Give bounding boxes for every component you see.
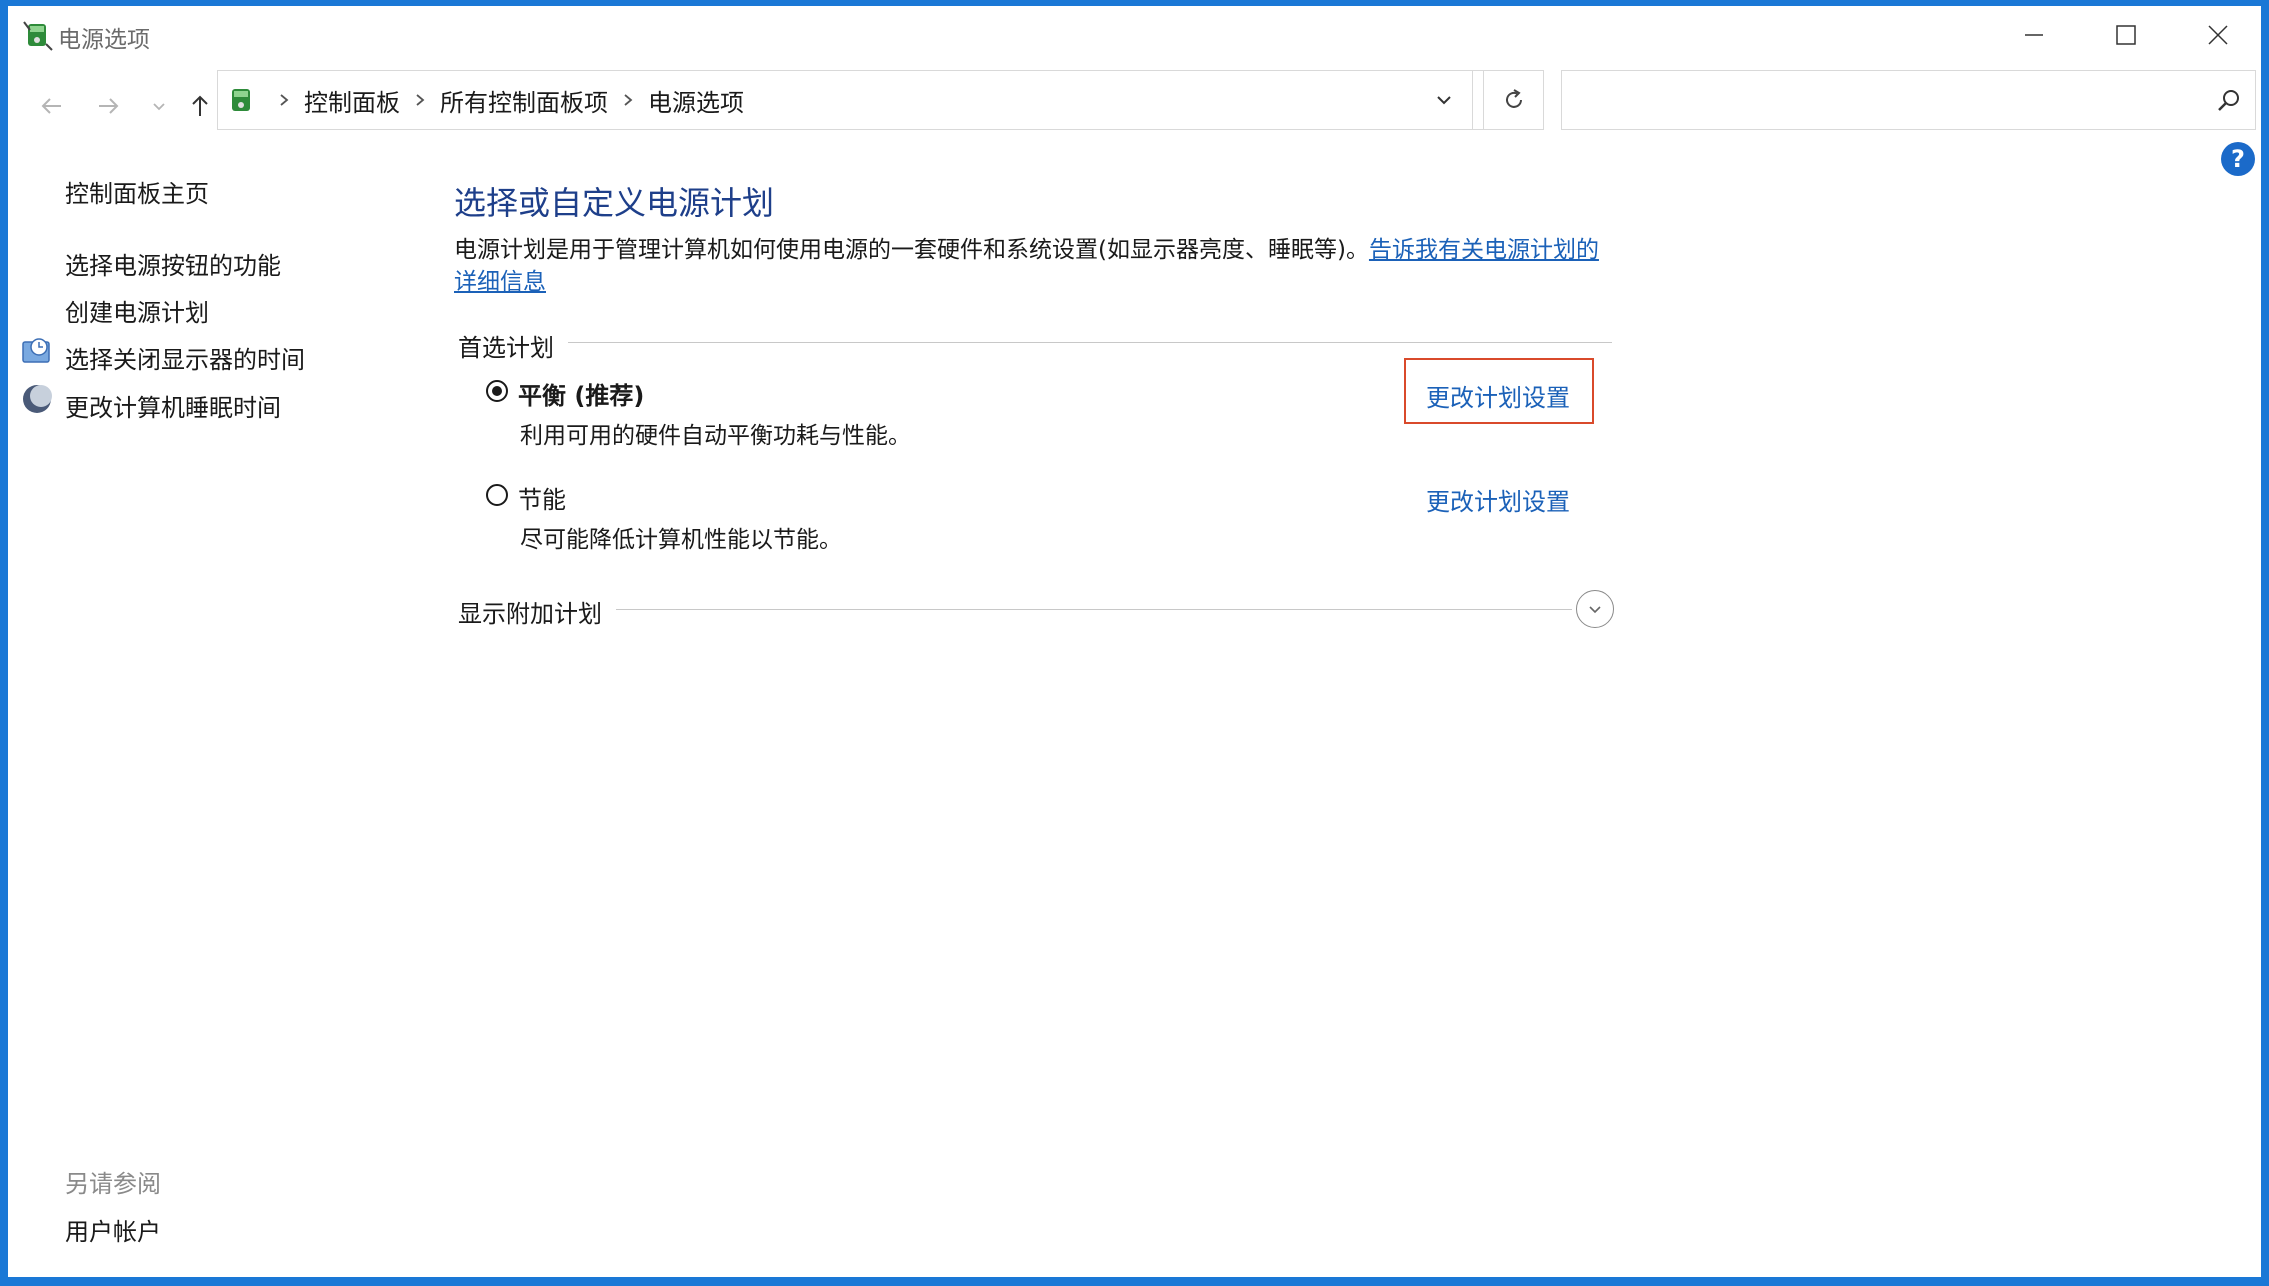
title-bar: 电源选项 [8, 6, 2261, 64]
close-icon [2208, 25, 2228, 45]
power-saver-plan-radio[interactable] [486, 484, 508, 506]
create-power-plan-link[interactable]: 创建电源计划 [65, 293, 209, 328]
address-divider [1472, 71, 1473, 129]
power-saver-change-plan-settings-link[interactable]: 更改计划设置 [1426, 482, 1570, 517]
preferred-plans-heading: 首选计划 [458, 334, 554, 362]
address-history-dropdown[interactable] [1419, 71, 1469, 129]
chevron-down-icon [1437, 96, 1451, 105]
balanced-change-plan-settings-link[interactable]: 更改计划设置 [1426, 378, 1570, 413]
display-timer-icon [22, 338, 50, 363]
control-panel-home-link[interactable]: 控制面板主页 [65, 174, 209, 209]
breadcrumb-separator[interactable] [278, 93, 290, 107]
chevron-right-icon [416, 94, 425, 106]
breadcrumb-item-power-options[interactable]: 电源选项 [648, 83, 744, 118]
chevron-right-icon [280, 94, 289, 106]
minimize-icon [2025, 34, 2043, 36]
close-button[interactable] [2172, 6, 2261, 64]
search-input[interactable] [1561, 70, 2256, 130]
power-button-function-link[interactable]: 选择电源按钮的功能 [65, 246, 281, 281]
help-icon[interactable]: ? [2221, 142, 2255, 176]
show-additional-plans-heading[interactable]: 显示附加计划 [458, 594, 602, 629]
chevron-down-icon [1589, 606, 1601, 614]
page-title: 选择或自定义电源计划 [454, 184, 775, 222]
computer-sleep-time-link[interactable]: 更改计算机睡眠时间 [65, 388, 281, 423]
balanced-plan-name[interactable]: 平衡 (推荐) [518, 376, 644, 411]
breadcrumb-item-control-panel[interactable]: 控制面板 [304, 83, 400, 118]
maximize-button[interactable] [2080, 6, 2172, 64]
balanced-plan-description: 利用可用的硬件自动平衡功耗与性能。 [520, 423, 911, 449]
page-description: 电源计划是用于管理计算机如何使用电源的一套硬件和系统设置(如显示器亮度、睡眠等)… [454, 234, 1614, 298]
window-title: 电源选项 [58, 27, 150, 53]
power-options-icon [23, 21, 53, 51]
power-saver-plan-description: 尽可能降低计算机性能以节能。 [520, 527, 842, 553]
expand-additional-plans-button[interactable] [1576, 590, 1614, 628]
minimize-button[interactable] [1988, 6, 2080, 64]
display-off-time-link[interactable]: 选择关闭显示器的时间 [65, 340, 305, 375]
see-also-heading: 另请参阅 [65, 1170, 161, 1198]
maximize-icon [2116, 25, 2136, 45]
sleep-moon-icon [23, 385, 52, 413]
description-text: 电源计划是用于管理计算机如何使用电源的一套硬件和系统设置(如显示器亮度、睡眠等)… [454, 237, 1369, 263]
chevron-right-icon [624, 94, 633, 106]
refresh-button[interactable] [1484, 70, 1544, 130]
back-button[interactable] [32, 86, 72, 126]
section-divider [568, 342, 1612, 343]
search-icon [2218, 90, 2239, 111]
forward-button[interactable] [88, 86, 128, 126]
address-bar[interactable]: 控制面板 所有控制面板项 电源选项 [217, 70, 1484, 130]
balanced-plan-radio[interactable] [486, 380, 508, 402]
breadcrumb: 控制面板 所有控制面板项 电源选项 [264, 71, 744, 129]
chevron-down-icon [153, 103, 165, 111]
refresh-icon [1505, 89, 1522, 108]
recent-locations-button[interactable] [144, 86, 174, 126]
user-accounts-link[interactable]: 用户帐户 [65, 1212, 161, 1247]
breadcrumb-separator[interactable] [414, 93, 426, 107]
up-button[interactable] [180, 86, 220, 126]
breadcrumb-item-all-items[interactable]: 所有控制面板项 [440, 83, 608, 118]
section-divider [616, 609, 1572, 610]
arrow-left-icon [41, 98, 61, 114]
arrow-right-icon [99, 98, 119, 114]
power-options-window: 电源选项 控制面板 所有控制面板项 电源选项 ? 控制面板主页 选择电源按钮的功… [8, 6, 2261, 1277]
arrow-up-icon [192, 95, 208, 116]
power-options-icon [232, 89, 250, 111]
power-saver-plan-name[interactable]: 节能 [518, 480, 566, 515]
breadcrumb-separator[interactable] [622, 93, 634, 107]
